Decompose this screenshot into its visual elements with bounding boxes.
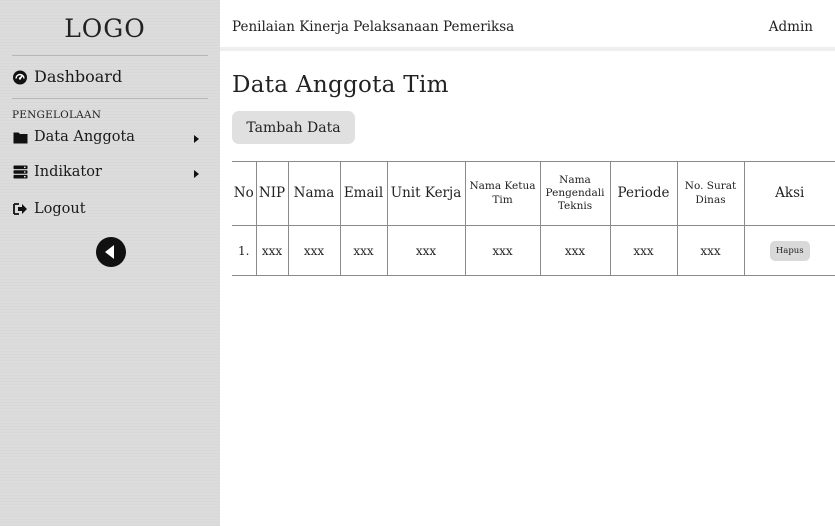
cell-no-surat-dinas: xxx bbox=[676, 225, 744, 276]
sidebar-item-dashboard[interactable]: Dashboard bbox=[12, 67, 122, 86]
sidebar-item-label: Logout bbox=[34, 201, 86, 217]
sidebar-divider bbox=[12, 55, 208, 56]
table-row: 1. xxx xxx xxx xxx xxx xxx xxx xxx Hapus bbox=[232, 225, 835, 276]
column-header-aksi: Aksi bbox=[743, 161, 835, 226]
column-header-no: No bbox=[233, 185, 254, 202]
caret-right-icon bbox=[194, 135, 199, 143]
caret-right-icon bbox=[194, 170, 199, 178]
logo: LOGO bbox=[64, 14, 146, 43]
cell-email: xxx bbox=[339, 225, 387, 276]
cell-unit-kerja: xxx bbox=[386, 225, 465, 276]
delete-button[interactable]: Hapus bbox=[769, 240, 810, 261]
folder-icon bbox=[12, 129, 28, 145]
sidebar: LOGO Dashboard PENGELOLAAN Data Anggota … bbox=[0, 0, 220, 526]
sign-out-icon bbox=[12, 201, 28, 217]
sidebar-item-data-anggota[interactable]: Data Anggota bbox=[12, 129, 135, 145]
add-data-button[interactable]: Tambah Data bbox=[232, 111, 355, 144]
column-header-email: Email bbox=[339, 161, 387, 226]
column-header-nama-ketua-tim: Nama Ketua Tim bbox=[464, 161, 540, 226]
column-header-nama: Nama bbox=[287, 161, 340, 226]
sidebar-item-indikator[interactable]: Indikator bbox=[12, 164, 102, 180]
collapse-sidebar-button[interactable] bbox=[96, 237, 126, 267]
server-icon bbox=[12, 164, 28, 180]
sidebar-item-logout[interactable]: Logout bbox=[12, 201, 86, 217]
top-bar: Penilaian Kinerja Pelaksanaan Pemeriksa … bbox=[220, 0, 835, 51]
column-header-unit-kerja: Unit Kerja bbox=[386, 161, 465, 226]
column-header-nama-pengendali-teknis: Nama Pengendali Teknis bbox=[539, 161, 610, 226]
table-header-row: No NIP Nama Email Unit Kerja Nama Ketua … bbox=[232, 161, 835, 226]
cell-aksi: Hapus bbox=[743, 225, 835, 276]
members-table: No NIP Nama Email Unit Kerja Nama Ketua … bbox=[232, 161, 835, 276]
sidebar-item-label: Data Anggota bbox=[34, 129, 135, 145]
sidebar-item-label: Indikator bbox=[34, 164, 102, 180]
chevron-left-icon bbox=[105, 245, 114, 259]
cell-periode: xxx bbox=[609, 225, 677, 276]
cell-nama-ketua-tim: xxx bbox=[464, 225, 540, 276]
column-header-no-surat-dinas: No. Surat Dinas bbox=[676, 161, 744, 226]
column-header-periode: Periode bbox=[609, 161, 677, 226]
dashboard-icon bbox=[12, 69, 28, 85]
cell-nip: xxx bbox=[255, 225, 288, 276]
page-title: Data Anggota Tim bbox=[232, 72, 449, 98]
sidebar-item-label: Dashboard bbox=[34, 67, 123, 86]
sidebar-divider bbox=[12, 98, 208, 99]
app-title: Penilaian Kinerja Pelaksanaan Pemeriksa bbox=[232, 19, 515, 35]
column-header-nip: NIP bbox=[255, 161, 288, 226]
cell-no: 1. bbox=[238, 243, 250, 258]
user-menu[interactable]: Admin bbox=[769, 19, 813, 35]
cell-nama-pengendali-teknis: xxx bbox=[539, 225, 610, 276]
section-label: PENGELOLAAN bbox=[12, 109, 102, 121]
cell-nama: xxx bbox=[287, 225, 340, 276]
